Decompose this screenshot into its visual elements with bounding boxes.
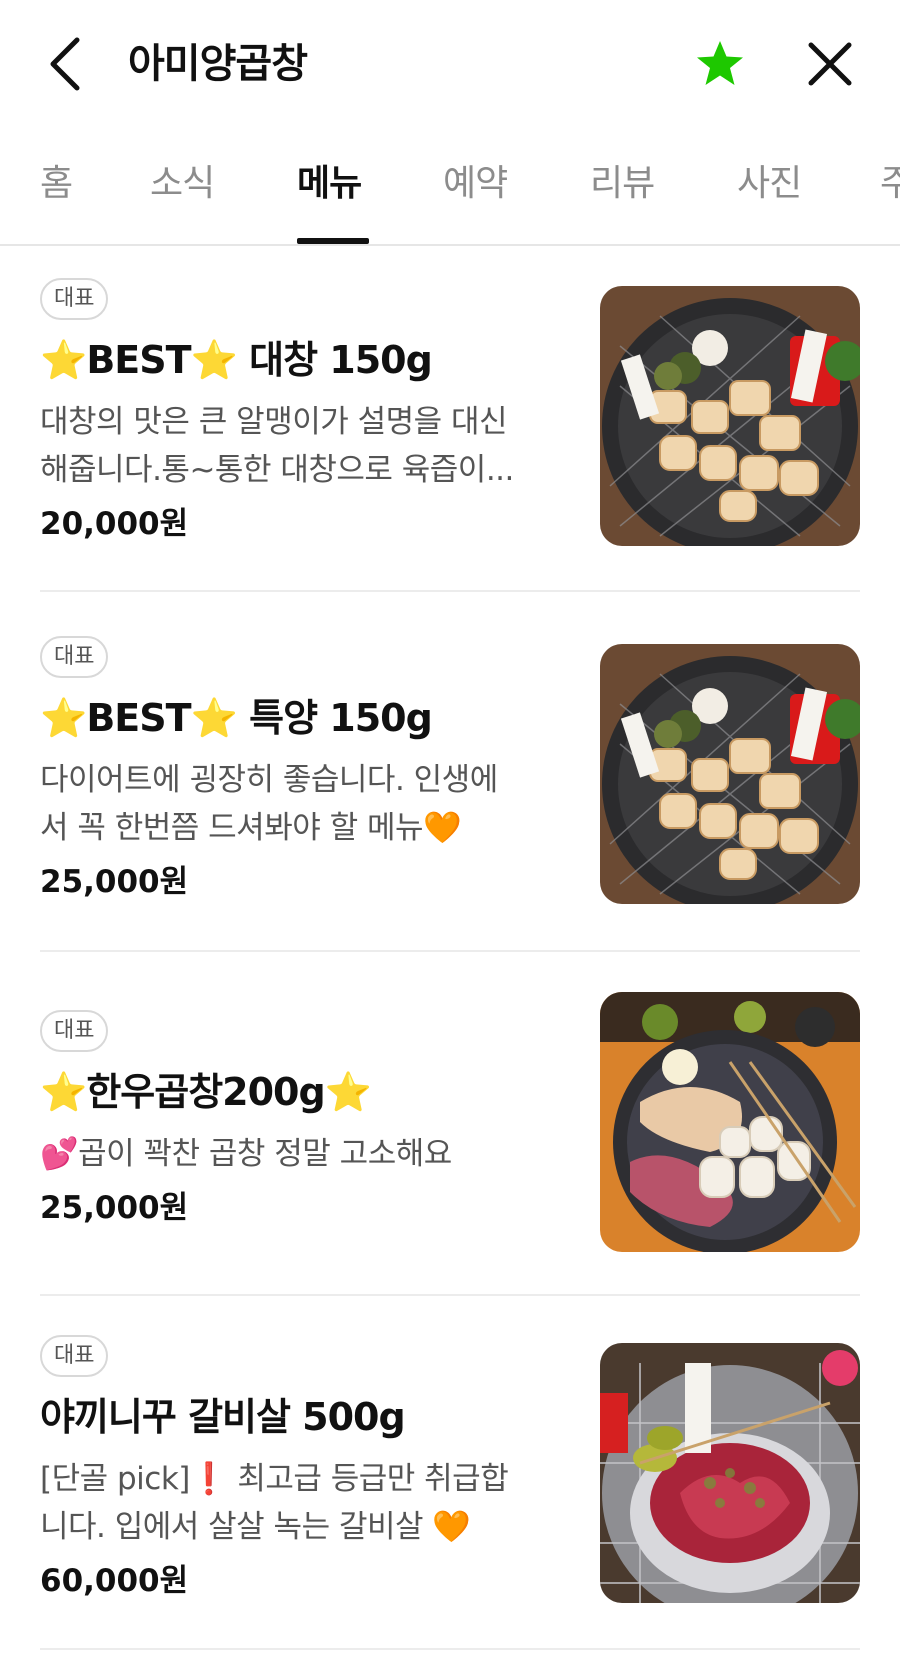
signature-badge: 대표 <box>40 1010 109 1052</box>
signature-badge: 대표 <box>40 278 109 320</box>
menu-item[interactable]: 대표 ⭐BEST⭐ 특양 150g 다이어트에 굉장히 좋습니다. 인생에 서 … <box>40 636 860 906</box>
star-emoji: ⭐ <box>190 338 238 382</box>
tab-bar: 홈 소식 메뉴 예약 리뷰 사진 주 <box>0 150 900 246</box>
star-emoji: ⭐ <box>40 1070 87 1114</box>
divider <box>40 590 860 592</box>
menu-item-photo[interactable] <box>600 992 860 1252</box>
menu-item[interactable]: 대표 야끼니꾸 갈비살 500g [단골 pick]❗ 최고급 등급만 취급합 … <box>40 1335 860 1605</box>
menu-item-price: 25,000원 <box>40 864 189 900</box>
menu-item-photo[interactable] <box>600 286 860 546</box>
menu-item-price: 60,000원 <box>40 1563 189 1599</box>
divider <box>40 1294 860 1296</box>
divider <box>40 950 860 952</box>
signature-badge: 대표 <box>40 1335 109 1377</box>
star-emoji: ⭐ <box>40 696 87 740</box>
active-tab-indicator <box>297 238 369 244</box>
menu-item-name: 야끼니꾸 갈비살 500g <box>40 1395 406 1439</box>
chevron-left-icon <box>45 34 85 98</box>
orange-heart-emoji: 🧡 <box>432 1509 471 1545</box>
tab-home[interactable]: 홈 <box>40 150 73 246</box>
tab-review[interactable]: 리뷰 <box>590 150 655 246</box>
star-emoji: ⭐ <box>40 338 87 382</box>
star-emoji: ⭐ <box>190 696 238 740</box>
close-icon <box>807 41 853 91</box>
tab-news[interactable]: 소식 <box>150 150 215 246</box>
tab-more[interactable]: 주 <box>880 150 900 246</box>
divider <box>40 1648 860 1650</box>
menu-item[interactable]: 대표 ⭐한우곱창200g⭐ 💕곱이 꽉찬 곱창 정말 고소해요 25,000원 <box>40 992 860 1252</box>
menu-item-price: 25,000원 <box>40 1190 189 1226</box>
orange-heart-emoji: 🧡 <box>423 810 462 846</box>
tab-reservation[interactable]: 예약 <box>443 150 508 246</box>
menu-item[interactable]: 대표 ⭐BEST⭐ 대창 150g 대창의 맛은 큰 알맹이가 설명을 대신 해… <box>40 278 860 548</box>
menu-item-photo[interactable] <box>600 644 860 904</box>
menu-item-name: ⭐BEST⭐ 대창 150g <box>40 338 433 382</box>
close-button[interactable] <box>800 36 860 96</box>
exclamation-emoji: ❗ <box>189 1461 229 1497</box>
header: 아미양곱창 <box>0 0 900 130</box>
menu-item-photo[interactable] <box>600 1343 860 1603</box>
tab-photo[interactable]: 사진 <box>737 150 802 246</box>
menu-item-description: [단골 pick]❗ 최고급 등급만 취급합 니다. 입에서 살살 녹는 갈비살… <box>40 1461 509 1545</box>
star-emoji: ⭐ <box>324 1070 372 1114</box>
menu-item-name: ⭐한우곱창200g⭐ <box>40 1070 372 1114</box>
two-hearts-emoji: 💕 <box>40 1136 79 1172</box>
menu-item-price: 20,000원 <box>40 506 189 542</box>
star-icon <box>694 38 746 94</box>
page-title: 아미양곱창 <box>128 41 308 87</box>
tab-menu[interactable]: 메뉴 <box>297 150 362 246</box>
menu-item-description: 다이어트에 굉장히 좋습니다. 인생에 서 꼭 한번쯤 드셔봐야 할 메뉴🧡 <box>40 762 498 846</box>
menu-item-description: 💕곱이 꽉찬 곱창 정말 고소해요 <box>40 1136 452 1172</box>
back-button[interactable] <box>40 34 90 98</box>
menu-screen: 아미양곱창 홈 소식 메뉴 예약 리뷰 사진 주 대표 ⭐BEST⭐ 대창 15… <box>0 0 900 1656</box>
signature-badge: 대표 <box>40 636 109 678</box>
menu-item-description: 대창의 맛은 큰 알맹이가 설명을 대신 해줍니다.통~통한 대창으로 육즙이.… <box>40 404 514 488</box>
menu-item-name: ⭐BEST⭐ 특양 150g <box>40 696 433 740</box>
favorite-button[interactable] <box>690 36 750 96</box>
